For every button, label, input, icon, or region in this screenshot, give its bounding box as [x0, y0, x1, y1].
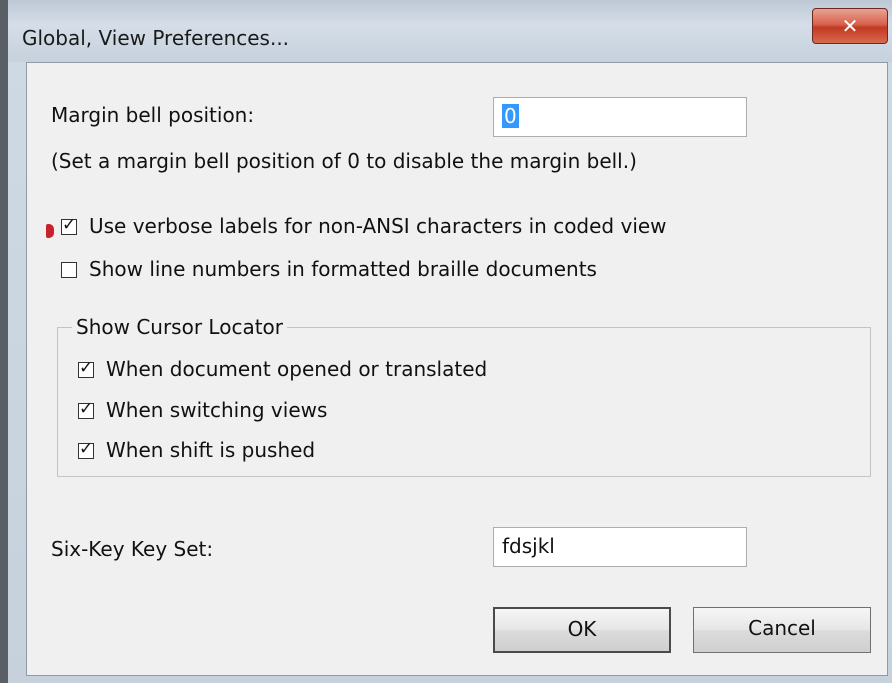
close-button[interactable]: ✕: [812, 8, 888, 44]
six-key-label: Six-Key Key Set:: [51, 537, 214, 561]
close-icon: ✕: [841, 14, 859, 38]
margin-bell-label: Margin bell position:: [51, 103, 255, 127]
six-key-input[interactable]: fdsjkl: [493, 527, 747, 567]
cursor-on-shift-checkbox[interactable]: ✓: [78, 439, 94, 459]
title-bar[interactable]: Global, View Preferences... ✕: [8, 0, 892, 62]
check-mark-icon: ✓: [79, 439, 94, 459]
cursor-on-switch-label: When switching views: [106, 398, 328, 422]
focus-marker-icon: [46, 224, 54, 238]
check-mark-icon: ✓: [62, 215, 77, 235]
cursor-locator-title: Show Cursor Locator: [72, 315, 288, 339]
line-numbers-checkbox[interactable]: [61, 262, 77, 278]
check-mark-icon: ✓: [79, 358, 94, 378]
cursor-locator-group: Show Cursor Locator ✓ When document open…: [57, 315, 871, 477]
verbose-labels-checkbox[interactable]: ✓: [46, 215, 77, 238]
cancel-button[interactable]: Cancel: [693, 607, 871, 653]
ok-button[interactable]: OK: [493, 607, 671, 653]
cursor-on-shift-label: When shift is pushed: [106, 438, 316, 462]
margin-bell-value: 0: [502, 104, 519, 128]
margin-bell-hint: (Set a margin bell position of 0 to disa…: [51, 149, 637, 173]
verbose-labels-label: Use verbose labels for non-ANSI characte…: [89, 214, 667, 238]
cursor-on-switch-checkbox[interactable]: ✓: [78, 399, 94, 419]
dialog-body: Margin bell position: 0 (Set a margin be…: [26, 62, 888, 676]
check-mark-icon: ✓: [79, 399, 94, 419]
cursor-on-open-label: When document opened or translated: [106, 357, 488, 381]
preferences-dialog: Global, View Preferences... ✕ Margin bel…: [0, 0, 892, 683]
margin-bell-input[interactable]: 0: [493, 97, 747, 137]
line-numbers-label: Show line numbers in formatted braille d…: [89, 257, 597, 281]
window-title: Global, View Preferences...: [22, 26, 290, 50]
cursor-on-open-checkbox[interactable]: ✓: [78, 358, 94, 378]
